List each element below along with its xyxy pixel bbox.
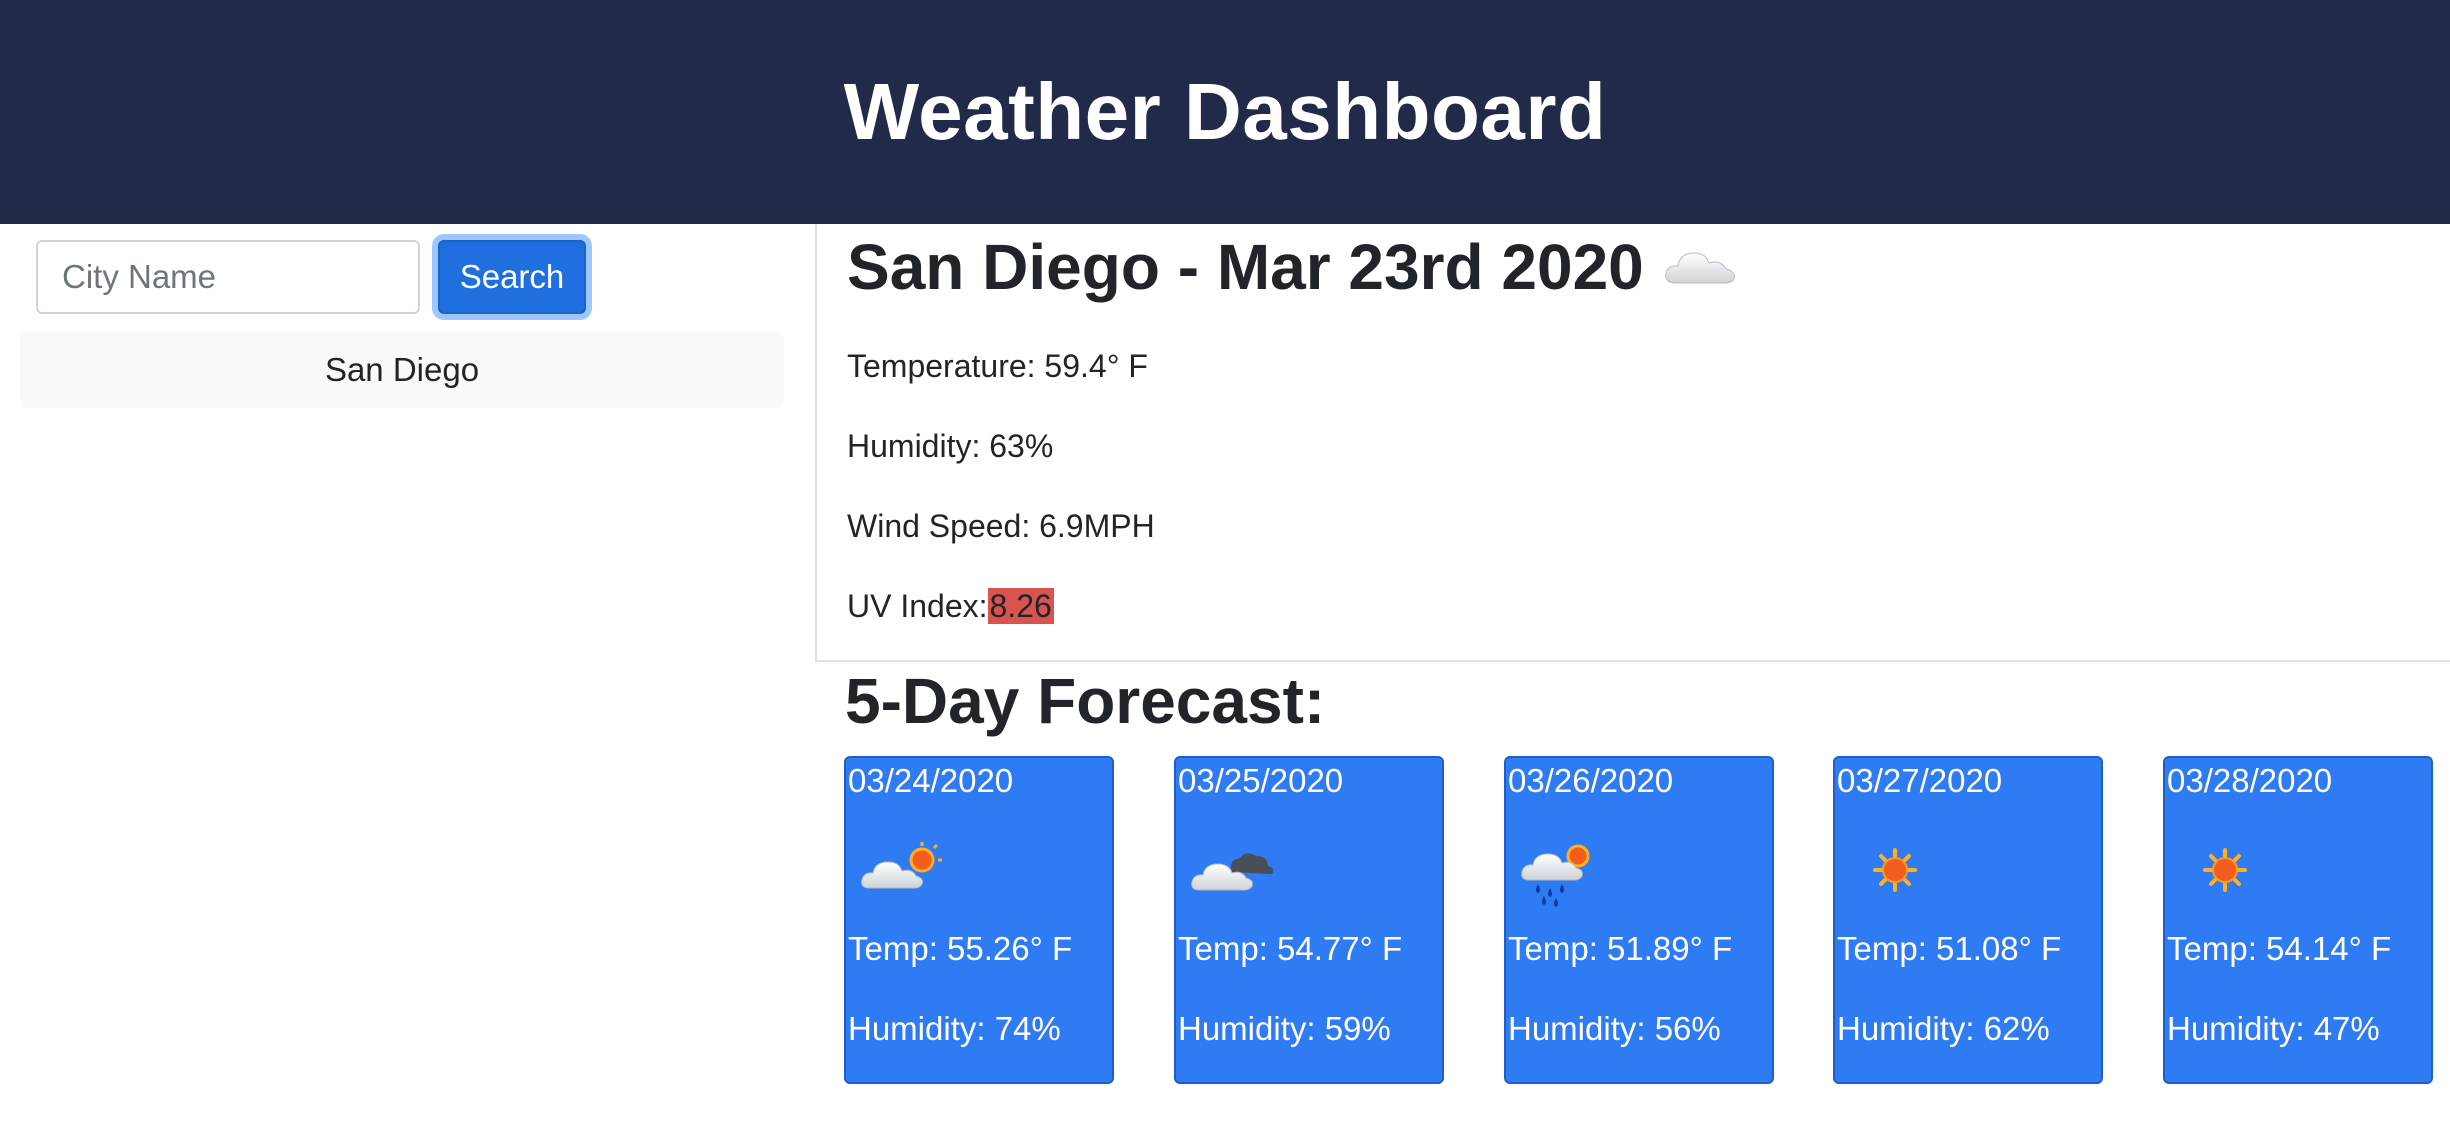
- forecast-temp: Temp: 54.14° F: [2167, 930, 2392, 967]
- humidity-value: 63%: [989, 428, 1054, 464]
- temperature-label: Temperature:: [847, 348, 1036, 384]
- page-header: Weather Dashboard: [0, 0, 2450, 224]
- humidity-row: Humidity: 63%: [847, 428, 1053, 465]
- page-title: Weather Dashboard: [843, 67, 1607, 156]
- broken-clouds-icon: [1191, 853, 1274, 891]
- sun-icon: [1873, 848, 1917, 892]
- wind-speed-row: Wind Speed: 6.9MPH: [847, 508, 1155, 545]
- temperature-value: 59.4° F: [1044, 348, 1148, 384]
- uv-index-label: UV Index:: [847, 588, 988, 624]
- wind-speed-value: 6.9MPH: [1039, 508, 1155, 544]
- forecast-date: 03/26/2020: [1508, 762, 1674, 799]
- cloud-icon: [1664, 252, 1735, 284]
- forecast-date: 03/28/2020: [2167, 762, 2333, 799]
- forecast-temp: Temp: 51.08° F: [1837, 930, 2062, 967]
- forecast-temp: Temp: 55.26° F: [848, 930, 1073, 967]
- sun-icon: [2203, 848, 2247, 892]
- partly-cloudy-icon: [861, 842, 942, 889]
- forecast-humidity: Humidity: 74%: [848, 1010, 1061, 1047]
- forecast-card: 03/24/2020 Temp: 55.26° F Humidity: 74%: [844, 756, 1114, 1084]
- forecast-date: 03/24/2020: [848, 762, 1014, 799]
- current-weather-panel: San Diego - Mar 23rd 2020 Temperature: 5…: [815, 224, 2450, 662]
- forecast-date: 03/25/2020: [1178, 762, 1344, 799]
- forecast-temp: Temp: 54.77° F: [1178, 930, 1403, 967]
- humidity-label: Humidity:: [847, 428, 981, 464]
- forecast-humidity: Humidity: 56%: [1508, 1010, 1721, 1047]
- rain-icon: [1521, 844, 1590, 907]
- temperature-row: Temperature: 59.4° F: [847, 348, 1148, 385]
- forecast-heading: 5-Day Forecast:: [845, 665, 1326, 737]
- forecast-card: 03/28/2020 Temp: 54.14° F Humidity: 47%: [2163, 756, 2433, 1084]
- city-search-input[interactable]: [36, 240, 420, 314]
- uv-index-row: UV Index:8.26: [847, 588, 1054, 625]
- search-button[interactable]: Search: [438, 240, 586, 314]
- forecast-humidity: Humidity: 59%: [1178, 1010, 1391, 1047]
- forecast-temp: Temp: 51.89° F: [1508, 930, 1733, 967]
- forecast-card: 03/26/2020 Temp: 51.89° F Humidity: 56%: [1504, 756, 1774, 1084]
- wind-speed-label: Wind Speed:: [847, 508, 1031, 544]
- uv-index-badge: 8.26: [987, 588, 1054, 624]
- current-city-date: San Diego - Mar 23rd 2020: [847, 231, 1644, 303]
- history-item-san-diego[interactable]: San Diego: [20, 332, 784, 408]
- current-weather-heading: San Diego - Mar 23rd 2020: [847, 230, 1738, 304]
- forecast-date: 03/27/2020: [1837, 762, 2003, 799]
- forecast-card: 03/27/2020 Temp: 51.08° F Humidity: 62%: [1833, 756, 2103, 1084]
- forecast-humidity: Humidity: 62%: [1837, 1010, 2050, 1047]
- forecast-humidity: Humidity: 47%: [2167, 1010, 2380, 1047]
- forecast-card: 03/25/2020 Temp: 54.77° F Humidity: 59%: [1174, 756, 1444, 1084]
